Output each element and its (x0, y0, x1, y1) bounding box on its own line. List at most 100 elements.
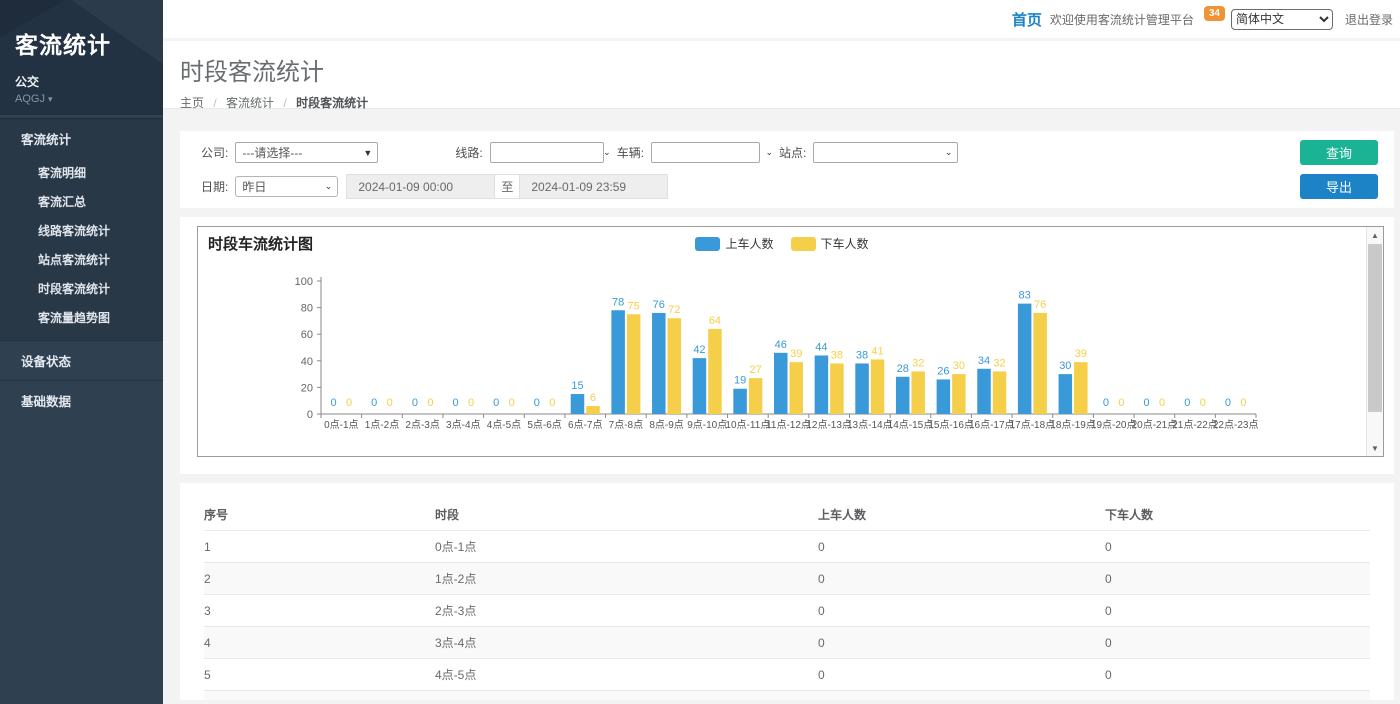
table-header-row: 序号时段上车人数下车人数 (204, 499, 1370, 531)
svg-text:39: 39 (790, 348, 802, 360)
legend-swatch-icon (695, 237, 720, 251)
date-end-input[interactable] (520, 175, 667, 198)
table-header-cell: 时段 (435, 499, 818, 531)
breadcrumb-home[interactable]: 主页 (180, 96, 204, 110)
legend-item[interactable]: 下车人数 (791, 235, 869, 252)
svg-text:15: 15 (571, 380, 583, 392)
sidebar-subitem-2[interactable]: 线路客流统计 (0, 216, 163, 245)
caret-down-icon: ▾ (48, 94, 53, 104)
svg-text:4点-5点: 4点-5点 (487, 419, 521, 431)
query-button[interactable]: 查询 (1300, 140, 1378, 165)
svg-text:0: 0 (387, 397, 393, 409)
user-dropdown[interactable]: AQGJ ▾ (15, 93, 163, 105)
table-cell: 4点-5点 (435, 659, 818, 691)
table-row: 10点-1点00 (204, 531, 1370, 563)
sidebar-section-2[interactable]: 基础数据 (0, 380, 163, 420)
scrollbar-thumb[interactable] (1368, 244, 1382, 412)
svg-text:22点-23点: 22点-23点 (1213, 419, 1259, 431)
chevron-down-icon: ⌄ (603, 147, 611, 158)
svg-text:17点-18点: 17点-18点 (1010, 419, 1056, 431)
bar-下车人数 (627, 314, 641, 414)
svg-text:0: 0 (1225, 397, 1231, 409)
bar-上车人数 (693, 358, 707, 414)
svg-text:0: 0 (1103, 397, 1109, 409)
svg-text:1点-2点: 1点-2点 (365, 419, 399, 431)
svg-text:32: 32 (912, 357, 924, 369)
bar-下车人数 (1074, 362, 1088, 414)
bar-chart: 0204060801000点-1点1点-2点2点-3点3点-4点4点-5点5点-… (198, 227, 1368, 457)
table-cell: 0 (818, 563, 1105, 595)
table-cell: 0点-1点 (435, 531, 818, 563)
svg-text:5点-6点: 5点-6点 (527, 419, 561, 431)
sidebar-subitem-1[interactable]: 客流汇总 (0, 187, 163, 216)
org-label: 公交 (15, 73, 163, 90)
svg-text:28: 28 (897, 363, 909, 375)
table-row: 54点-5点00 (204, 659, 1370, 691)
svg-text:80: 80 (301, 303, 313, 315)
svg-text:0: 0 (1159, 397, 1165, 409)
svg-text:2点-3点: 2点-3点 (405, 419, 439, 431)
data-table-panel: 序号时段上车人数下车人数 10点-1点0021点-2点0032点-3点0043点… (180, 483, 1394, 700)
date-start-input[interactable] (347, 175, 494, 198)
company-label: 公司: (201, 144, 228, 161)
hourly-flow-table: 序号时段上车人数下车人数 10点-1点0021点-2点0032点-3点0043点… (204, 499, 1370, 700)
date-preset-select[interactable]: 昨日 (235, 176, 338, 197)
topbar: 首页 欢迎使用客流统计管理平台 34 简体中文 退出登录 (163, 0, 1400, 41)
bar-下车人数 (952, 374, 966, 414)
table-cell: 6 (204, 691, 435, 701)
vehicle-select[interactable] (651, 142, 760, 163)
date-to-label: 至 (494, 175, 520, 198)
brand-panel: 客流统计 公交 AQGJ ▾ (0, 0, 163, 115)
breadcrumb-section[interactable]: 客流统计 (226, 96, 274, 110)
svg-text:6点-7点: 6点-7点 (568, 419, 602, 431)
station-select[interactable] (813, 142, 958, 163)
svg-text:19点-20点: 19点-20点 (1091, 419, 1137, 431)
language-select[interactable]: 简体中文 (1231, 9, 1333, 30)
bar-上车人数 (611, 310, 625, 414)
svg-text:34: 34 (978, 355, 990, 367)
table-cell: 5 (204, 659, 435, 691)
table-cell: 0 (818, 531, 1105, 563)
svg-text:64: 64 (709, 315, 721, 327)
scroll-up-icon[interactable]: ▲ (1367, 227, 1383, 243)
svg-text:0: 0 (493, 397, 499, 409)
svg-text:0: 0 (549, 397, 555, 409)
svg-text:38: 38 (856, 349, 868, 361)
bar-下车人数 (586, 406, 600, 414)
svg-text:76: 76 (1034, 299, 1046, 311)
svg-text:0: 0 (468, 397, 474, 409)
logout-link[interactable]: 退出登录 (1345, 11, 1393, 28)
sidebar-section-1[interactable]: 设备状态 (0, 340, 163, 380)
chart-vertical-scrollbar[interactable]: ▲ ▼ (1366, 227, 1383, 456)
export-button[interactable]: 导出 (1300, 174, 1378, 199)
svg-text:0: 0 (371, 397, 377, 409)
notification-badge: 34 (1204, 6, 1225, 21)
legend-item[interactable]: 上车人数 (695, 235, 773, 252)
sidebar-subitem-5[interactable]: 客流量趋势图 (0, 303, 163, 332)
table-cell: 0 (818, 627, 1105, 659)
line-select[interactable] (490, 142, 604, 163)
svg-text:46: 46 (775, 339, 787, 351)
home-link[interactable]: 首页 (1012, 9, 1042, 30)
svg-text:100: 100 (295, 276, 313, 288)
app-title: 客流统计 (15, 26, 163, 60)
table-cell: 0 (1105, 531, 1370, 563)
svg-text:14点-15点: 14点-15点 (888, 419, 934, 431)
sidebar-subitem-0[interactable]: 客流明细 (0, 158, 163, 187)
page-heading: 时段客流统计 主页 / 客流统计 / 时段客流统计 (163, 41, 1400, 109)
sidebar-section-0[interactable]: 客流统计 (0, 118, 163, 158)
station-label: 站点: (779, 144, 806, 161)
bar-下车人数 (871, 359, 885, 414)
sidebar-subitem-4[interactable]: 时段客流统计 (0, 274, 163, 303)
sidebar-subitem-3[interactable]: 站点客流统计 (0, 245, 163, 274)
company-select[interactable]: ---请选择--- (235, 142, 378, 163)
bar-上车人数 (977, 369, 991, 414)
scroll-down-icon[interactable]: ▼ (1367, 440, 1383, 456)
bar-上车人数 (1018, 304, 1032, 414)
svg-text:39: 39 (1075, 348, 1087, 360)
table-row: 65点-6点00 (204, 691, 1370, 701)
sidebar-submenu: 客流明细客流汇总线路客流统计站点客流统计时段客流统计客流量趋势图 (0, 158, 163, 340)
svg-text:21点-22点: 21点-22点 (1172, 419, 1218, 431)
table-cell: 0 (818, 691, 1105, 701)
svg-text:30: 30 (953, 360, 965, 372)
